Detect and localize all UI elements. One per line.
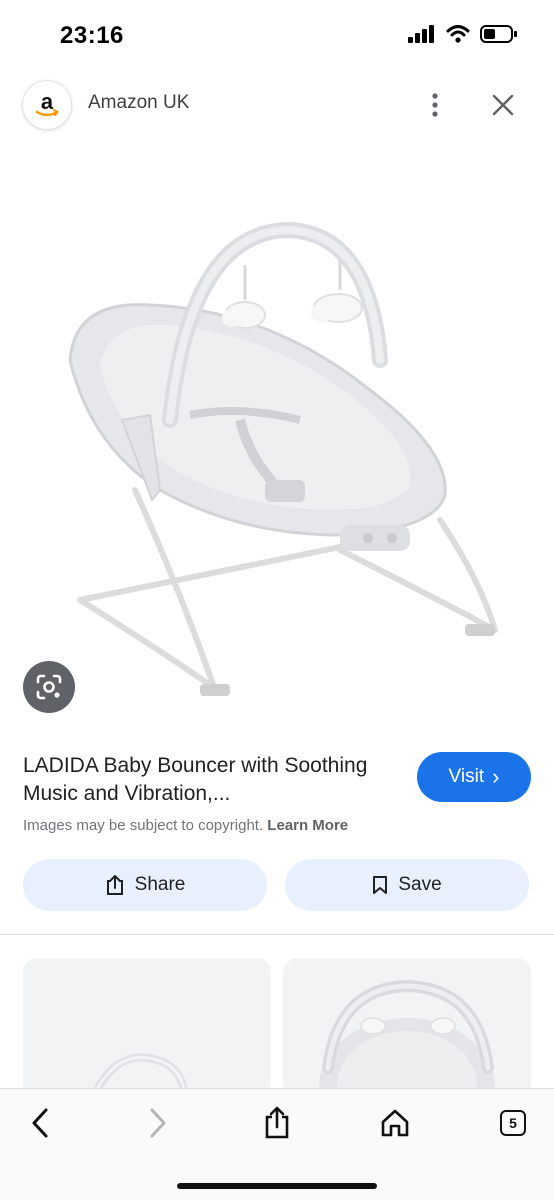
- baby-bouncer-image: [68, 221, 498, 696]
- source-header: a Amazon UK: [0, 78, 554, 132]
- tabs-button[interactable]: 5: [491, 1101, 535, 1145]
- forward-button[interactable]: [136, 1101, 180, 1145]
- copyright-notice: Images may be subject to copyright. Lear…: [23, 817, 348, 834]
- product-title[interactable]: LADIDA Baby Bouncer with Soothing Music …: [23, 752, 403, 808]
- divider: [0, 934, 554, 935]
- close-icon: [492, 94, 514, 116]
- battery-icon: [480, 25, 517, 43]
- amazon-logo[interactable]: a: [22, 80, 72, 130]
- more-vert-icon: [432, 93, 438, 117]
- share-label: Share: [134, 874, 186, 895]
- svg-text:a: a: [41, 89, 54, 114]
- source-name[interactable]: Amazon UK: [88, 92, 189, 114]
- amazon-logo-icon: a: [35, 89, 60, 117]
- learn-more-link[interactable]: Learn More: [267, 817, 348, 834]
- home-indicator[interactable]: [177, 1183, 377, 1189]
- more-options-button[interactable]: [420, 88, 450, 122]
- share-icon: [265, 1106, 289, 1139]
- bookmark-icon: [373, 876, 388, 894]
- home-button[interactable]: [373, 1101, 417, 1145]
- forward-icon: [150, 1108, 166, 1138]
- back-icon: [32, 1108, 48, 1138]
- share-button[interactable]: Share: [23, 859, 267, 911]
- related-bouncer-image: [89, 1053, 189, 1098]
- related-image-card[interactable]: [283, 958, 531, 1098]
- tabs-icon: 5: [500, 1110, 526, 1136]
- related-image-card[interactable]: [23, 958, 271, 1098]
- lens-search-button[interactable]: [23, 661, 75, 713]
- visit-label: Visit: [448, 766, 485, 787]
- close-button[interactable]: [486, 88, 520, 122]
- back-button[interactable]: [18, 1101, 62, 1145]
- home-icon: [381, 1109, 409, 1137]
- lens-icon: [36, 674, 62, 700]
- share-page-button[interactable]: [255, 1101, 299, 1145]
- status-time: 23:16: [60, 22, 124, 49]
- visit-button[interactable]: Visit ›: [417, 752, 531, 802]
- chevron-right-icon: ›: [492, 764, 500, 789]
- save-button[interactable]: Save: [285, 859, 529, 911]
- wifi-icon: [446, 25, 470, 43]
- copyright-text: Images may be subject to copyright.: [23, 817, 264, 834]
- browser-toolbar: 5: [0, 1088, 554, 1200]
- save-label: Save: [398, 874, 442, 895]
- status-bar: 23:16: [0, 0, 554, 70]
- signal-icon: [408, 25, 434, 43]
- status-icons: [408, 24, 518, 44]
- product-image[interactable]: [40, 190, 520, 730]
- share-icon: [106, 875, 123, 895]
- related-bouncer-image: [319, 979, 495, 1098]
